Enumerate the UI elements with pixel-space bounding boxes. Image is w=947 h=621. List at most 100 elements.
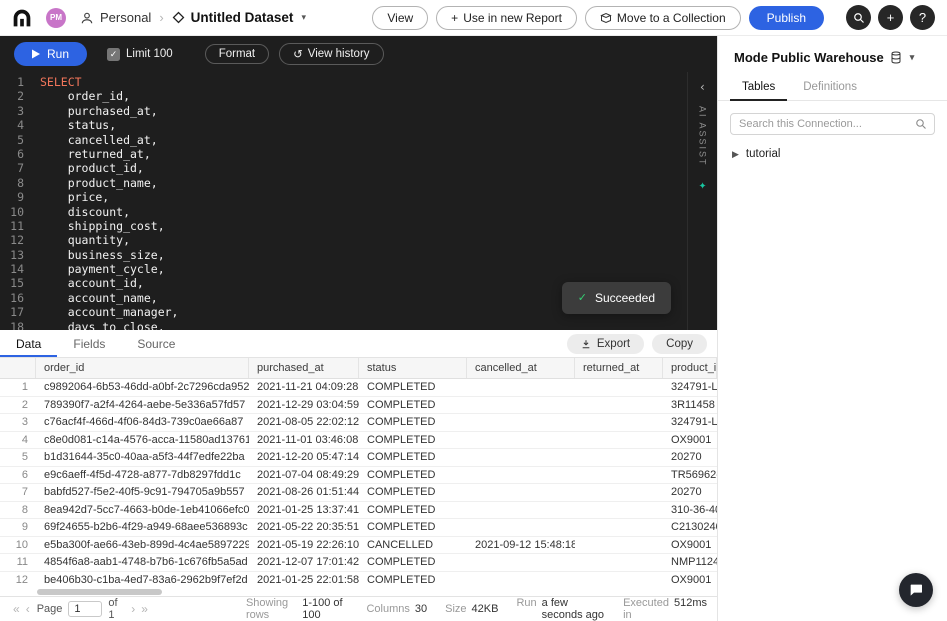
table-row[interactable]: 6 e9c6aeff-4f5d-4728-a877-7db8297fdd1c 202…	[0, 466, 717, 484]
help-button[interactable]: ?	[910, 5, 935, 30]
code-line[interactable]: purchased_at,	[40, 104, 717, 118]
line-number: 8	[17, 175, 24, 190]
line-number: 18	[10, 319, 24, 330]
run-button[interactable]: Run	[14, 42, 88, 66]
search-icon	[915, 118, 927, 130]
code-line[interactable]: order_id,	[40, 89, 717, 103]
column-header[interactable]: order_id	[36, 358, 249, 378]
plus-icon: +	[451, 10, 459, 25]
column-header[interactable]: product_id	[663, 358, 717, 378]
question-icon: ?	[918, 10, 927, 25]
search-button[interactable]	[846, 5, 871, 30]
move-to-collection-button[interactable]: Move to a Collection	[584, 5, 741, 30]
table-cell: COMPLETED	[367, 486, 436, 499]
editor-gutter: 1 2 3 4 5 6 7 8 9 10 11 12 13 14 15 16 17 18	[0, 72, 34, 330]
tree-item-tutorial[interactable]: ▶ tutorial	[718, 141, 947, 167]
connection-search-input[interactable]	[730, 113, 935, 135]
table-row[interactable]: 4 c8e0d081-c14a-4576-acca-11580ad13761 202…	[0, 431, 717, 449]
table-header-row: order_id purchased_at status cancelled_at re…	[0, 358, 717, 379]
tab-definitions[interactable]: Definitions	[791, 75, 869, 100]
table-row[interactable]: 5 b1d31644-35c0-40aa-a5f3-44f7edfe22ba 202…	[0, 449, 717, 467]
user-icon	[80, 11, 94, 25]
use-in-new-report-button[interactable]: + Use in new Report	[436, 5, 577, 30]
column-header[interactable]: purchased_at	[249, 358, 359, 378]
table-row[interactable]: 7 babfd527-f5e2-40f5-9c91-794705a9b557 202…	[0, 484, 717, 502]
ai-assist-label: AI ASSIST	[697, 106, 708, 167]
table-row[interactable]: 12 be406b30-c1ba-4ed7-83a6-2962b9f7ef2d 20…	[0, 571, 717, 588]
code-line[interactable]: cancelled_at,	[40, 133, 717, 147]
first-page-icon[interactable]: «	[10, 602, 23, 616]
breadcrumb: Personal › Untitled Dataset ▾	[80, 10, 306, 25]
line-number: 12	[10, 233, 24, 248]
row-number: 5	[21, 451, 28, 464]
page-label: Page	[36, 603, 63, 615]
workspace-name[interactable]: Personal	[100, 10, 151, 25]
table-cell: 3R11458	[671, 398, 715, 411]
code-line[interactable]: days_to_close,	[40, 320, 717, 330]
view-button[interactable]: View	[372, 5, 429, 30]
column-header[interactable]: returned_at	[575, 358, 663, 378]
prev-page-icon[interactable]: ‹	[23, 602, 33, 616]
chat-launcher-button[interactable]	[899, 573, 933, 607]
column-header[interactable]: status	[359, 358, 467, 378]
code-line[interactable]: product_name,	[40, 176, 717, 190]
chevron-right-icon[interactable]: ▶	[732, 149, 739, 160]
line-number: 13	[10, 247, 24, 262]
table-row[interactable]: 2 789390f7-a2f4-4264-aebe-5e336a57fd57 202…	[0, 396, 717, 414]
view-history-button[interactable]: ↺ View history	[279, 43, 384, 65]
table-row[interactable]: 10 e5ba300f-ae66-43eb-899d-4c4ae5897229 20…	[0, 536, 717, 554]
table-cell: OX9001	[671, 538, 712, 551]
table-row[interactable]: 1 c9892064-6b53-46dd-a0bf-2c7296cda952 202…	[0, 379, 717, 397]
code-line[interactable]: business_size,	[40, 248, 717, 262]
page-input[interactable]	[68, 601, 103, 617]
column-header[interactable]: cancelled_at	[467, 358, 575, 378]
copy-button[interactable]: Copy	[652, 334, 707, 354]
editor-toolbar: Run ✓ Limit 100 Format ↺ View history	[0, 36, 717, 72]
publish-button[interactable]: Publish	[748, 5, 824, 30]
code-line[interactable]: status,	[40, 118, 717, 132]
scrollbar-thumb[interactable]	[37, 589, 162, 595]
code-line[interactable]: SELECT	[40, 75, 717, 89]
format-button[interactable]: Format	[204, 44, 270, 64]
ai-assist-strip: ‹ AI ASSIST ✦	[687, 72, 717, 330]
chevron-down-icon[interactable]: ▾	[301, 12, 306, 23]
tab-data[interactable]: Data	[0, 330, 58, 357]
tab-source[interactable]: Source	[121, 330, 191, 357]
code-line[interactable]: quantity,	[40, 233, 717, 247]
row-number: 7	[21, 486, 28, 499]
page-title: Untitled Dataset	[190, 10, 294, 25]
add-button[interactable]: +	[878, 5, 903, 30]
ai-sparkle-icon[interactable]: ✦	[699, 178, 707, 193]
code-line[interactable]: payment_cycle,	[40, 262, 717, 276]
code-line[interactable]: discount,	[40, 205, 717, 219]
collapse-panel-icon[interactable]: ‹	[699, 80, 706, 94]
tab-fields[interactable]: Fields	[57, 330, 121, 357]
table-cell: be406b30-c1ba-4ed7-83a6-2962b9f7ef2d	[44, 573, 248, 586]
connection-selector[interactable]: Mode Public Warehouse ▾	[718, 36, 947, 75]
code-line[interactable]: shipping_cost,	[40, 219, 717, 233]
horizontal-scrollbar[interactable]	[0, 588, 717, 596]
last-page-icon[interactable]: »	[138, 602, 151, 616]
table-cell: COMPLETED	[367, 451, 436, 464]
table-cell: 324791-LQ	[671, 416, 717, 429]
table-row[interactable]: 8 8ea942d7-5cc7-4663-b0de-1eb41066efc0 202…	[0, 501, 717, 519]
export-button[interactable]: Export	[566, 334, 645, 354]
limit-checkbox[interactable]: ✓ Limit 100	[107, 47, 173, 61]
tab-tables[interactable]: Tables	[730, 75, 788, 101]
table-row[interactable]: 11 4854f6a8-aab1-4748-b7b6-1c676fb5a5ad 20…	[0, 554, 717, 572]
code-line[interactable]: product_id,	[40, 161, 717, 175]
table-row[interactable]: 9 69f24655-b2b6-4f29-a949-68aee536893c 202…	[0, 519, 717, 537]
table-row[interactable]: 3 c76acf4f-466d-4f06-84d3-739c0ae66a87 202…	[0, 414, 717, 432]
checkbox-checked-icon[interactable]: ✓	[107, 47, 121, 61]
chevron-down-icon: ▾	[909, 52, 915, 62]
table-cell: COMPLETED	[367, 416, 436, 429]
breadcrumb-separator: ›	[159, 10, 164, 25]
avatar[interactable]: PM	[46, 7, 66, 28]
line-number: 14	[10, 262, 24, 277]
sql-editor[interactable]: 1 2 3 4 5 6 7 8 9 10 11 12 13 14 15 16 17 18 SELECT order…	[0, 72, 717, 330]
code-line[interactable]: price,	[40, 190, 717, 204]
mode-logo[interactable]	[12, 8, 32, 28]
table-cell: b1d31644-35c0-40aa-a5f3-44f7edfe22ba	[44, 451, 245, 464]
code-line[interactable]: returned_at,	[40, 147, 717, 161]
next-page-icon[interactable]: ›	[128, 602, 138, 616]
